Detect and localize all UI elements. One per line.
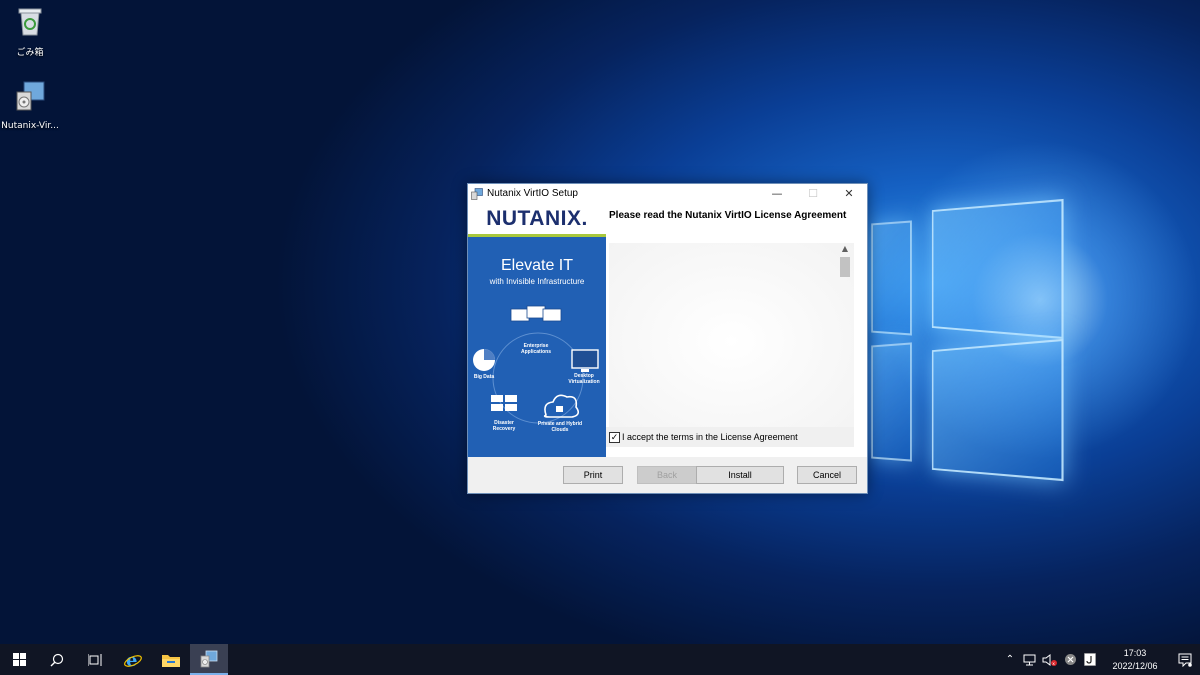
disaster-recovery-icon: [491, 395, 517, 411]
setup-taskbar-button[interactable]: [190, 644, 228, 675]
label-big-data: Big Data: [473, 374, 495, 380]
windows-start-icon: [12, 653, 26, 666]
window-title: Nutanix VirtIO Setup: [487, 188, 578, 199]
volume-muted-icon[interactable]: x: [1040, 644, 1060, 675]
back-button: Back: [637, 466, 697, 484]
banner-subhead: with Invisible Infrastructure: [489, 277, 585, 286]
close-button[interactable]: ✕: [831, 184, 867, 203]
label-disaster-recovery: Disaster Recovery: [492, 420, 516, 432]
desktop-icon-installer[interactable]: Nutanix-Vir...: [0, 80, 62, 131]
status-x-icon[interactable]: [1060, 644, 1080, 675]
close-circle-icon: [1064, 654, 1076, 665]
task-view-button[interactable]: [76, 644, 114, 675]
label-enterprise-apps: Enterprise Applications: [520, 343, 551, 355]
label-desktop-virtualization: Desktop Virtualization: [568, 373, 600, 385]
accept-terms-checkbox[interactable]: ✓: [609, 431, 620, 443]
taskbar: e ⌃ x 17:03 2022/12/06: [0, 644, 1200, 675]
scroll-thumb[interactable]: [840, 257, 850, 277]
input-method-icon[interactable]: [1080, 644, 1100, 675]
desktop-icon-recycle-bin[interactable]: ごみ箱: [0, 4, 62, 58]
wallpaper-logo-pane: [931, 338, 1064, 482]
minimize-button[interactable]: —: [759, 184, 795, 203]
task-view-icon: [88, 653, 102, 666]
wallpaper-logo-pane: [871, 220, 912, 336]
wallpaper-logo-pane: [871, 342, 912, 462]
notification-icon: [1178, 653, 1192, 667]
print-button[interactable]: Print: [563, 466, 623, 484]
system-tray: ⌃ x 17:03 2022/12/06: [1000, 644, 1200, 675]
desktop-icon-label: Nutanix-Vir...: [1, 121, 59, 131]
clock-time: 17:03: [1123, 647, 1147, 658]
clock-date: 2022/12/06: [1112, 660, 1158, 671]
license-scrollbar[interactable]: ▲ ▼: [838, 243, 852, 439]
cancel-button[interactable]: Cancel: [797, 466, 857, 484]
start-button[interactable]: [0, 644, 38, 675]
accept-terms-row[interactable]: ✓ I accept the terms in the License Agre…: [606, 427, 854, 447]
clock[interactable]: 17:03 2022/12/06: [1100, 647, 1170, 673]
file-explorer-icon: [162, 654, 180, 667]
banner-headline: Elevate IT: [500, 257, 574, 274]
network-icon[interactable]: [1020, 644, 1040, 675]
install-button[interactable]: Install: [696, 466, 784, 484]
installer-icon: [200, 650, 218, 667]
search-button[interactable]: [38, 644, 76, 675]
recycle-bin-icon: [18, 8, 42, 36]
desktop-icon-label: ごみ箱: [16, 48, 44, 58]
chevron-up-icon[interactable]: ⌃: [1000, 644, 1020, 675]
nutanix-logo: NUTANIX.: [486, 206, 588, 230]
content-pane: Please read the Nutanix VirtIO License A…: [606, 203, 867, 457]
ime-icon: [1084, 653, 1096, 666]
big-data-icon: [473, 349, 495, 371]
installer-icon: [471, 187, 483, 200]
internet-explorer-button[interactable]: e: [114, 644, 152, 675]
title-bar[interactable]: Nutanix VirtIO Setup — ☐ ✕: [468, 184, 867, 203]
banner-logo-area: NUTANIX.: [468, 203, 606, 237]
svg-text:x: x: [1052, 662, 1055, 666]
dialog-body: NUTANIX. Elevate IT with Invisible Infra…: [468, 203, 867, 457]
scroll-up-icon[interactable]: ▲: [842, 243, 848, 255]
enterprise-apps-icon: [510, 305, 562, 322]
license-heading: Please read the Nutanix VirtIO License A…: [609, 210, 847, 221]
file-explorer-button[interactable]: [152, 644, 190, 675]
notification-center-icon[interactable]: [1170, 644, 1200, 675]
search-icon: [50, 653, 64, 666]
accept-terms-label[interactable]: I accept the terms in the License Agreem…: [622, 432, 798, 442]
speaker-muted-icon: x: [1042, 653, 1057, 666]
button-row: Print Back Install Cancel: [468, 466, 867, 484]
nutanix-banner: NUTANIX. Elevate IT with Invisible Infra…: [468, 203, 606, 457]
network-monitor-icon: [1023, 654, 1036, 665]
license-text-area[interactable]: [609, 243, 854, 439]
wallpaper-logo-pane: [931, 198, 1064, 340]
label-hybrid-clouds: Private and Hybrid Clouds: [537, 421, 583, 433]
installer-icon: [16, 81, 45, 111]
desktop-virtualization-icon: [571, 349, 599, 372]
maximize-button: ☐: [808, 187, 818, 200]
internet-explorer-icon: e: [124, 650, 142, 670]
setup-dialog: Nutanix VirtIO Setup — ☐ ✕ NUTANIX. Elev…: [467, 183, 868, 494]
